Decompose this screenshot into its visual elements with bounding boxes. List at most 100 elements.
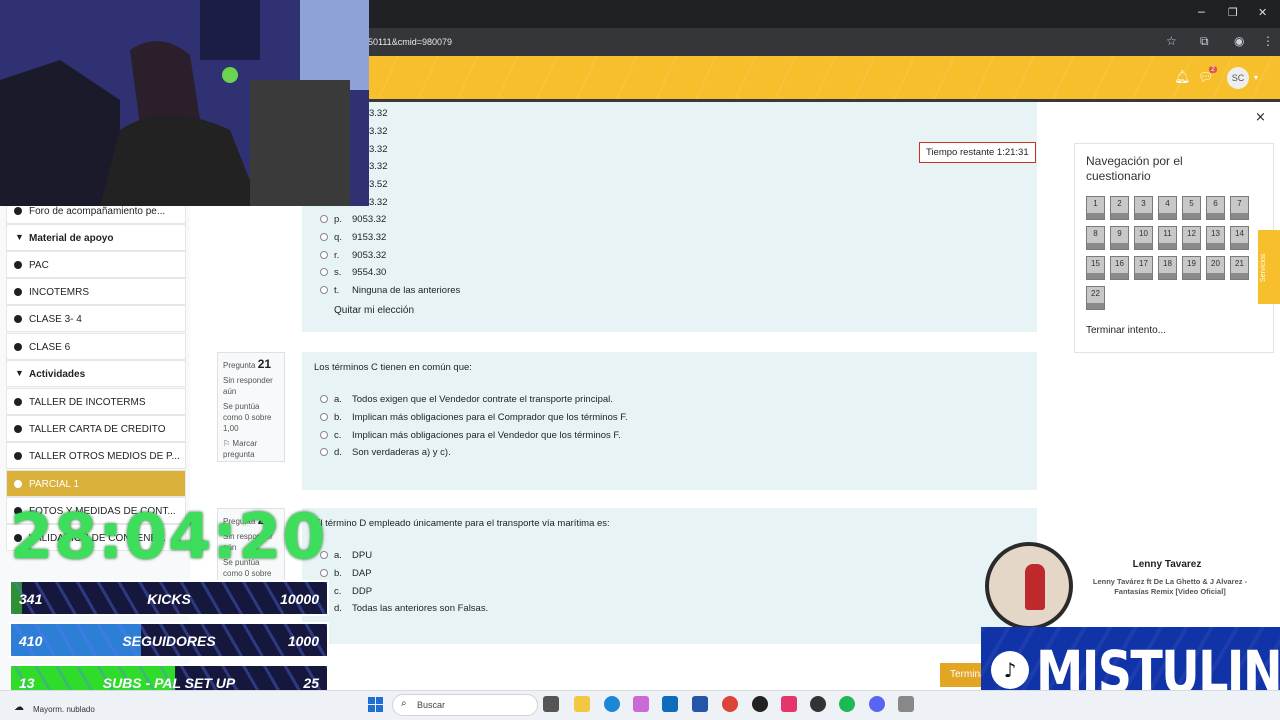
browser-menu-icon[interactable]: ⋮ xyxy=(1262,34,1274,48)
option-letter: p. xyxy=(334,214,342,225)
course-item-label: TALLER CARTA DE CREDITO xyxy=(29,424,166,435)
question-nav-button[interactable]: 15 xyxy=(1086,256,1105,280)
course-item-5[interactable]: CLASE 6 xyxy=(6,333,186,360)
partial-option-text: 3.32 xyxy=(369,108,388,119)
store-icon[interactable] xyxy=(692,696,708,712)
radio-button[interactable] xyxy=(320,430,328,439)
question-nav-button[interactable]: 20 xyxy=(1206,256,1225,280)
question-nav-button[interactable]: 10 xyxy=(1134,226,1153,250)
question-nav-button[interactable]: 6 xyxy=(1206,196,1225,220)
question-nav-button[interactable]: 2 xyxy=(1110,196,1129,220)
goal-bar: 341 KICKS 10000 xyxy=(9,580,329,616)
question-nav-button[interactable]: 13 xyxy=(1206,226,1225,250)
section-label: Actividades xyxy=(29,369,86,380)
services-tab-label: Servicios xyxy=(1260,253,1267,282)
section-6[interactable]: ▼ Actividades xyxy=(6,360,186,387)
course-item-9[interactable]: TALLER OTROS MEDIOS DE P... xyxy=(6,442,186,469)
close-window-button[interactable]: ✕ xyxy=(1258,6,1267,19)
album-art-disc xyxy=(985,542,1073,630)
taskbar-search[interactable]: ⌕ Buscar xyxy=(392,694,538,716)
course-item-label: PARCIAL 1 xyxy=(29,479,80,490)
question-label: Pregunta xyxy=(223,361,256,370)
radio-button[interactable] xyxy=(320,232,328,241)
bookmark-star-icon[interactable]: ☆ xyxy=(1166,34,1177,48)
snipping-tool-icon[interactable] xyxy=(898,696,914,712)
question-nav-button[interactable]: 11 xyxy=(1158,226,1177,250)
course-item-4[interactable]: CLASE 3- 4 xyxy=(6,305,186,332)
profile-icon[interactable]: ◉ xyxy=(1234,34,1244,48)
option-text: Todos exigen que el Vendedor contrate el… xyxy=(352,394,613,405)
question-nav-button[interactable]: 8 xyxy=(1086,226,1105,250)
question-nav-button[interactable]: 21 xyxy=(1230,256,1249,280)
question-nav-button[interactable]: 18 xyxy=(1158,256,1177,280)
question-nav-button[interactable]: 4 xyxy=(1158,196,1177,220)
section-1[interactable]: ▼ Material de apoyo xyxy=(6,224,186,251)
course-item-label: TALLER DE INCOTERMS xyxy=(29,397,146,408)
discord-icon[interactable] xyxy=(869,696,885,712)
question-20-content xyxy=(302,102,1037,332)
course-item-8[interactable]: TALLER CARTA DE CREDITO xyxy=(6,415,186,442)
radio-button[interactable] xyxy=(320,412,328,421)
option-letter: d. xyxy=(334,603,342,615)
app-icon[interactable] xyxy=(810,696,826,712)
bullet-icon xyxy=(14,315,22,323)
obs-icon[interactable] xyxy=(752,696,768,712)
option-text: Ninguna de las anteriores xyxy=(352,285,461,297)
weather-text[interactable]: Mayorm. nublado xyxy=(33,705,95,714)
capcut-icon[interactable] xyxy=(781,696,797,712)
question-nav-button[interactable]: 1 xyxy=(1086,196,1105,220)
radio-button[interactable] xyxy=(320,215,328,223)
restore-button[interactable]: ❐ xyxy=(1228,6,1238,19)
question-nav-button[interactable]: 12 xyxy=(1182,226,1201,250)
partial-option-text: 3.32 xyxy=(369,161,388,173)
course-item-2[interactable]: PAC xyxy=(6,251,186,278)
user-avatar[interactable]: SC xyxy=(1227,67,1249,89)
notification-bell-icon[interactable]: 🔔︎ xyxy=(1174,70,1191,85)
course-item-3[interactable]: INCOTEMRS xyxy=(6,278,186,305)
copilot-icon[interactable] xyxy=(633,696,649,712)
chevron-down-icon: ▼ xyxy=(15,368,24,378)
stream-clock: 28:04:20 xyxy=(10,500,327,573)
task-view-icon[interactable] xyxy=(543,696,559,712)
question-nav-button[interactable]: 3 xyxy=(1134,196,1153,220)
services-side-tab[interactable]: Servicios xyxy=(1258,230,1280,304)
goal-bar: 410 SEGUIDORES 1000 xyxy=(9,622,329,658)
question-nav-button[interactable]: 5 xyxy=(1182,196,1201,220)
partial-option-text: 3.32 xyxy=(369,197,388,208)
question-nav-button[interactable]: 9 xyxy=(1110,226,1129,250)
finish-attempt-link[interactable]: Terminar intento... xyxy=(1086,325,1166,336)
edge-icon[interactable] xyxy=(604,696,620,712)
finish-attempt-button[interactable]: Terminar xyxy=(940,663,981,687)
start-icon[interactable] xyxy=(368,697,383,712)
radio-button[interactable] xyxy=(320,250,328,259)
section-label: Material de apoyo xyxy=(29,233,114,244)
option-text: 9053.32 xyxy=(352,214,387,225)
weather-icon[interactable]: ☁ xyxy=(14,702,24,713)
radio-button[interactable] xyxy=(320,395,328,403)
course-item-label: TALLER OTROS MEDIOS DE P... xyxy=(29,451,179,462)
flag-question-link[interactable]: ⚐ Marcar pregunta xyxy=(223,438,279,460)
question-nav-button[interactable]: 16 xyxy=(1110,256,1129,280)
chevron-down-icon[interactable]: ▾ xyxy=(1254,73,1258,82)
question-nav-button[interactable]: 17 xyxy=(1134,256,1153,280)
chrome-icon[interactable] xyxy=(722,696,738,712)
question-nav-button[interactable]: 14 xyxy=(1230,226,1249,250)
option-text: Todas las anteriores son Falsas. xyxy=(352,603,489,615)
course-item-10[interactable]: PARCIAL 1 xyxy=(6,470,186,497)
question-nav-button[interactable]: 19 xyxy=(1182,256,1201,280)
bullet-icon xyxy=(14,288,22,296)
course-item-7[interactable]: TALLER DE INCOTERMS xyxy=(6,388,186,415)
extensions-icon[interactable]: ⧉ xyxy=(1200,34,1209,49)
question-nav-button[interactable]: 22 xyxy=(1086,286,1105,310)
option-letter: b. xyxy=(334,567,342,579)
question-21-text: Los términos C tienen en común que: xyxy=(314,362,472,373)
spotify-icon[interactable] xyxy=(839,696,855,712)
minimize-button[interactable]: ─ xyxy=(1198,6,1205,19)
bullet-icon xyxy=(14,207,22,215)
question-nav-button[interactable]: 7 xyxy=(1230,196,1249,220)
clear-choice-link[interactable]: Quitar mi elección xyxy=(334,305,414,316)
outlook-icon[interactable] xyxy=(662,696,678,712)
close-drawer-icon[interactable]: × xyxy=(1255,110,1266,125)
url-text[interactable]: 50111&cmid=980079 xyxy=(368,37,452,47)
file-explorer-icon[interactable] xyxy=(574,696,590,712)
